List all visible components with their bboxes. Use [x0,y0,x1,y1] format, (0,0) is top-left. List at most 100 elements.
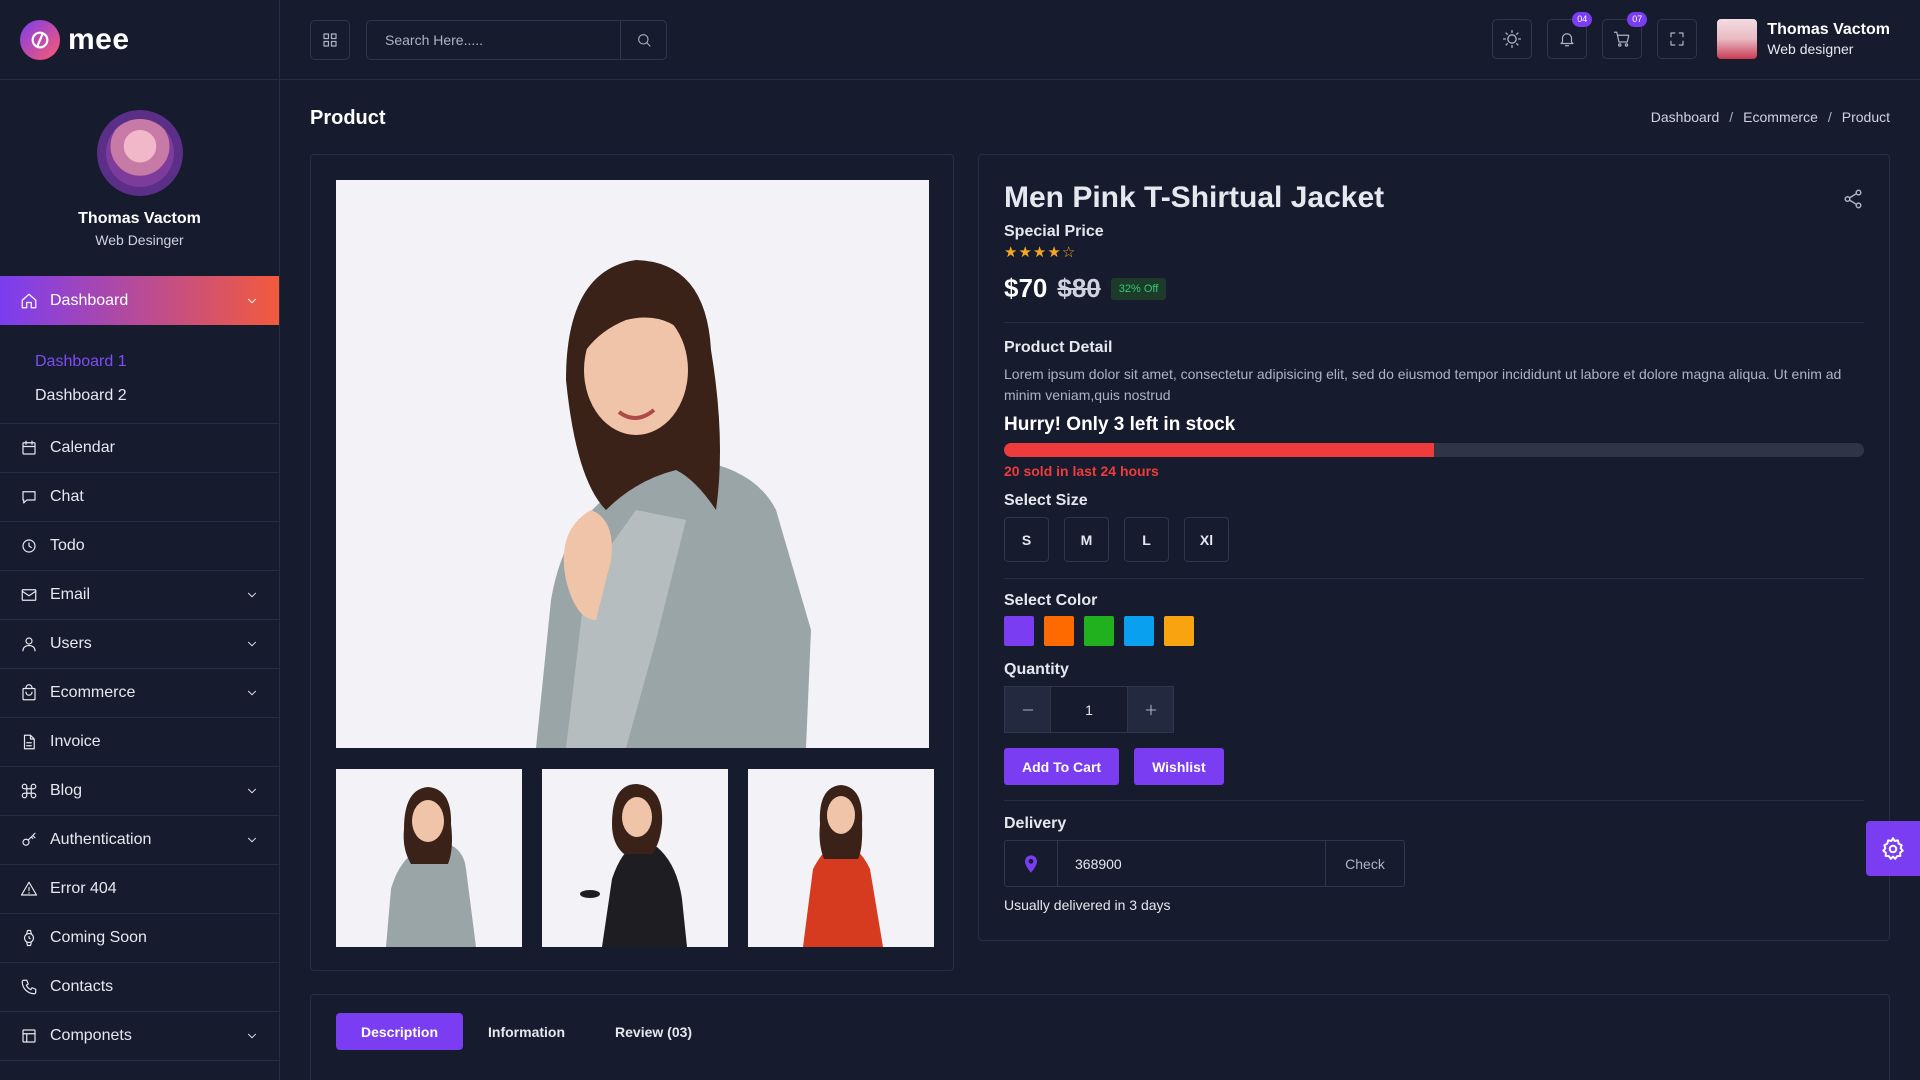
sidebar-item-label: Error 404 [50,880,117,897]
profile-role: Web Desinger [95,232,184,248]
breadcrumb: Dashboard / Ecommerce / Product [1650,109,1890,125]
apps-grid-button[interactable] [310,19,350,60]
quantity-input[interactable]: 1 [1051,686,1127,733]
stock-progress-fill [1004,443,1434,457]
search-button[interactable] [620,20,666,59]
fullscreen-icon [1670,32,1684,46]
color-swatch[interactable] [1084,616,1114,646]
location-pin-icon [1005,841,1058,886]
product-actions: Add To Cart Wishlist [1004,748,1224,785]
size-option-xl[interactable]: Xl [1184,517,1229,562]
product-tabs: Description Information Review (03) [336,1013,717,1050]
current-price: $70 [1004,273,1048,303]
share-icon [1844,189,1862,209]
share-button[interactable] [1842,188,1864,210]
color-options [1004,616,1194,646]
file-icon [23,734,35,750]
sidebar-item-todo[interactable]: Todo [0,522,279,571]
sidebar-item-users[interactable]: Users [0,620,279,669]
tab-information[interactable]: Information [463,1013,590,1050]
sidebar-item-label: Ecommerce [50,684,136,701]
watch-icon [23,929,35,947]
sidebar-item-label: Email [50,586,91,603]
bag-icon [22,684,36,701]
color-swatch[interactable] [1124,616,1154,646]
sidebar-item-componets[interactable]: Componets [0,1012,279,1061]
sidebar-item-label: Todo [50,537,85,554]
phone-icon [21,979,37,995]
wishlist-button[interactable]: Wishlist [1134,748,1224,785]
chevron-down-icon [248,690,256,696]
layout-icon [22,1029,36,1043]
sidebar-item-label: Blog [50,782,83,799]
page-title: Product [310,107,386,129]
fullscreen-button[interactable] [1657,19,1698,59]
tab-review[interactable]: Review (03) [590,1013,717,1050]
cart-button[interactable]: 07 [1602,12,1648,59]
divider [1004,322,1864,323]
sidebar-item-authentication[interactable]: Authentication [0,816,279,865]
chevron-down-icon [248,788,256,794]
search-input[interactable] [367,20,620,59]
avatar[interactable] [96,110,183,196]
add-to-cart-button[interactable]: Add To Cart [1004,748,1120,785]
tab-description[interactable]: Description [336,1013,464,1050]
chevron-down-icon [248,837,256,843]
user-menu[interactable]: Thomas Vactom Web designer [1717,19,1890,59]
product-main-image[interactable] [336,180,929,748]
check-button[interactable]: Check [1325,841,1404,886]
product-thumbnail[interactable] [748,769,934,947]
product-detail-label: Product Detail [1004,339,1113,356]
sidebar-item-chat[interactable]: Chat [0,473,279,522]
color-swatch[interactable] [1004,616,1034,646]
star-filled-icon: ★ [1004,244,1018,261]
submenu-item-dashboard-2[interactable]: Dashboard 2 [35,379,279,413]
sidebar-item-ecommerce[interactable]: Ecommerce [0,669,279,718]
settings-button[interactable] [1866,821,1920,876]
sidebar-item-email[interactable]: Email [0,571,279,620]
size-option-m[interactable]: M [1064,517,1109,562]
user-icon [22,637,36,652]
color-swatch[interactable] [1164,616,1194,646]
sidebar-item-error-404[interactable]: Error 404 [0,865,279,914]
breadcrumb-item[interactable]: Dashboard [1651,109,1720,125]
minus-icon [1022,708,1033,711]
product-thumbnail[interactable] [542,769,728,947]
plus-icon [1145,704,1156,715]
product-thumbnail[interactable] [336,769,522,947]
sidebar-item-calendar[interactable]: Calendar [0,424,279,473]
user-role: Web designer [1767,41,1854,57]
quantity-increase-button[interactable] [1127,686,1174,733]
avatar [1717,19,1758,59]
sidebar-item-label: Users [50,635,92,652]
product-title: Men Pink T-Shirtual Jacket [1004,181,1385,214]
sidebar-item-dashboard[interactable]: Dashboard [0,276,279,325]
key-icon [22,832,36,846]
sidebar-item-coming-soon[interactable]: Coming Soon [0,914,279,963]
theme-toggle-button[interactable] [1492,19,1533,59]
price-row: $70 $80 32% Off [1004,273,1167,304]
breadcrumb-item[interactable]: Ecommerce [1743,109,1818,125]
stock-message: Hurry! Only 3 left in stock [1004,414,1236,435]
sidebar-item-blog[interactable]: Blog [0,767,279,816]
color-swatch[interactable] [1044,616,1074,646]
chevron-down-icon [248,592,256,598]
size-option-l[interactable]: L [1124,517,1169,562]
delivery-check: 368900 Check [1004,840,1405,887]
notifications-button[interactable]: 04 [1547,12,1593,59]
product-description: Lorem ipsum dolor sit amet, consectetur … [1004,366,1842,403]
delivery-note: Usually delivered in 3 days [1004,897,1171,913]
stock-progress-bar [1004,443,1864,457]
command-icon [21,783,37,799]
sidebar-item-invoice[interactable]: Invoice [0,718,279,767]
size-option-s[interactable]: S [1004,517,1049,562]
sidebar-item-contacts[interactable]: Contacts [0,963,279,1012]
pincode-input[interactable]: 368900 [1058,841,1325,886]
submenu-item-dashboard-1[interactable]: Dashboard 1 [35,345,279,379]
logo[interactable]: mee [0,0,279,80]
select-size-label: Select Size [1004,492,1088,509]
chevron-down-icon [248,641,256,647]
star-filled-icon: ★ [1047,244,1061,261]
sidebar-item-label: Invoice [50,733,101,750]
quantity-decrease-button[interactable] [1004,686,1051,733]
